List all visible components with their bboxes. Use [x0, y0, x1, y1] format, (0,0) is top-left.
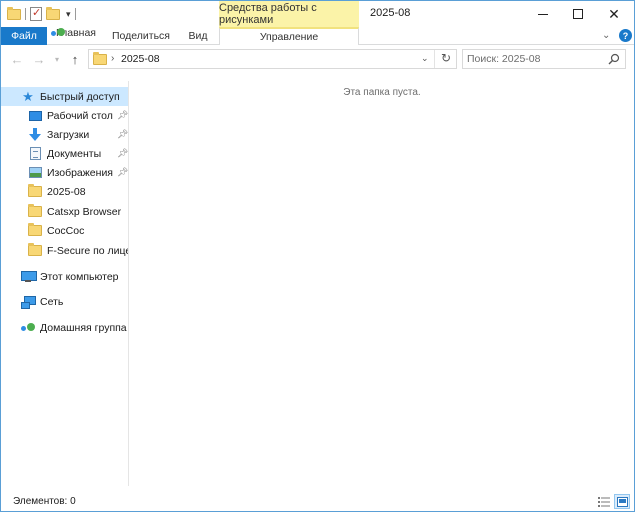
quick-access-toolbar: ▾ — [7, 6, 76, 22]
window-title: 2025-08 — [370, 7, 411, 19]
empty-folder-message: Эта папка пуста. — [343, 87, 421, 98]
nav-item-label: 2025-08 — [47, 185, 86, 198]
folder-icon — [28, 223, 42, 236]
pin-icon[interactable]: 📌︎ — [117, 148, 128, 159]
qat-separator — [74, 8, 76, 20]
pin-icon[interactable]: 📌︎ — [117, 129, 128, 140]
folder-icon-wrap — [28, 223, 42, 238]
desktop-icon-wrap — [28, 109, 42, 123]
forward-arrow-icon[interactable]: → — [31, 50, 47, 68]
nav-item-label: Этот компьютер — [40, 270, 119, 283]
pictures-icon-wrap — [28, 166, 42, 180]
tab-share[interactable]: Поделиться — [107, 27, 175, 45]
pin-icon[interactable]: 📌︎ — [117, 110, 128, 121]
folder-icon — [28, 243, 42, 256]
title-bar: ▾ Средства работы с рисунками 2025-08 ✕ — [1, 1, 634, 27]
nav-item-label: CocCoc — [47, 224, 85, 237]
folder-icon-wrap — [28, 204, 42, 219]
up-arrow-icon[interactable]: ↑ — [67, 50, 83, 68]
ribbon-tabs: Файл Главная Поделиться Вид Управление ⌄… — [1, 27, 634, 45]
downloads-icon — [29, 128, 41, 141]
large-icons-view-button[interactable] — [614, 494, 630, 509]
search-input[interactable] — [467, 52, 602, 66]
network-icon — [21, 295, 36, 309]
network-icon-wrap — [21, 295, 36, 309]
search-box[interactable] — [462, 49, 626, 69]
properties-icon[interactable] — [30, 6, 42, 21]
address-history-icon[interactable]: ⌄ — [421, 53, 429, 64]
nav-item-f-secure[interactable]: F-Secure по лиценз — [1, 241, 128, 260]
documents-icon — [29, 147, 41, 160]
search-icon[interactable] — [608, 53, 620, 65]
star-icon: ★ — [22, 88, 34, 104]
nav-item-label: Домашняя группа — [40, 321, 127, 334]
folder-icon — [28, 184, 42, 197]
nav-item-label: Catsxp Browser — [47, 205, 122, 218]
desktop-icon — [28, 110, 42, 121]
back-arrow-icon[interactable]: ← — [9, 50, 25, 68]
recent-locations-icon[interactable]: ▾ — [51, 50, 63, 68]
status-bar: Элементов: 0 — [1, 493, 634, 511]
nav-item-label: Быстрый доступ — [40, 90, 120, 103]
documents-icon-wrap — [28, 147, 42, 161]
nav-item-label: Сеть — [40, 295, 64, 308]
maximize-icon — [573, 9, 583, 19]
close-button[interactable]: ✕ — [593, 1, 635, 27]
nav-quick-access[interactable]: ★ Быстрый доступ — [1, 87, 128, 106]
nav-item-label: Загрузки — [47, 128, 90, 141]
pin-icon[interactable]: 📌︎ — [117, 167, 128, 178]
nav-item-label: Документы — [47, 147, 102, 160]
pictures-icon — [28, 167, 42, 178]
nav-item-documents[interactable]: Документы 📌︎ — [1, 144, 128, 163]
tab-manage[interactable]: Управление — [219, 27, 359, 45]
minimize-icon — [538, 13, 548, 15]
expand-ribbon-icon[interactable]: ⌄ — [602, 30, 610, 41]
address-bar[interactable]: › 2025-08 ⌄ ↻ — [88, 49, 457, 69]
explorer-window: ▾ Средства работы с рисунками 2025-08 ✕ … — [0, 0, 635, 512]
new-folder-icon[interactable] — [46, 6, 60, 20]
downloads-icon-wrap — [28, 128, 42, 142]
nav-network[interactable]: Сеть — [1, 292, 128, 311]
help-icon[interactable]: ? — [619, 29, 632, 42]
nav-item-coccoc[interactable]: CocCoc — [1, 221, 128, 240]
address-divider — [434, 50, 435, 68]
item-count: Элементов: 0 — [13, 496, 76, 507]
file-list-area[interactable]: Эта папка пуста. — [130, 81, 634, 486]
context-tab-group-title: Средства работы с рисунками — [219, 1, 359, 27]
nav-item-label: Рабочий стол — [47, 109, 113, 122]
this-pc-icon-wrap — [21, 270, 37, 284]
breadcrumb-chevron-icon[interactable]: › — [111, 53, 114, 64]
tab-home[interactable]: Главная — [51, 27, 101, 39]
nav-this-pc[interactable]: Этот компьютер — [1, 267, 128, 286]
this-pc-icon — [21, 271, 37, 282]
close-icon: ✕ — [608, 6, 620, 22]
tab-file[interactable]: Файл — [1, 27, 47, 45]
folder-icon-wrap — [28, 184, 42, 199]
customize-qat-icon[interactable]: ▾ — [66, 9, 71, 20]
nav-item-pictures[interactable]: Изображения 📌︎ — [1, 163, 128, 182]
details-view-icon[interactable] — [598, 496, 610, 508]
folder-icon-wrap — [28, 243, 42, 258]
nav-item-downloads[interactable]: Загрузки 📌︎ — [1, 125, 128, 144]
homegroup-icon-wrap — [21, 321, 35, 335]
folder-icon — [7, 6, 21, 20]
nav-homegroup[interactable]: Домашняя группа — [1, 318, 128, 337]
nav-item-label: Изображения — [47, 166, 113, 179]
qat-separator — [25, 8, 26, 20]
nav-item-desktop[interactable]: Рабочий стол 📌︎ — [1, 106, 128, 125]
refresh-icon[interactable]: ↻ — [438, 51, 454, 65]
address-toolbar: ← → ▾ ↑ › 2025-08 ⌄ ↻ — [1, 45, 634, 73]
folder-icon — [28, 204, 42, 217]
breadcrumb[interactable]: 2025-08 — [121, 53, 160, 65]
tab-view[interactable]: Вид — [181, 27, 215, 45]
large-icons-view-icon — [616, 496, 628, 507]
nav-item-label: F-Secure по лиценз — [47, 244, 128, 257]
homegroup-icon — [21, 322, 35, 334]
nav-item-catsxp-browser[interactable]: Catsxp Browser — [1, 202, 128, 221]
folder-icon — [93, 52, 107, 65]
navigation-pane: ★ Быстрый доступ Рабочий стол 📌︎ Загрузк… — [1, 81, 129, 486]
nav-item-2025-08[interactable]: 2025-08 — [1, 182, 128, 201]
